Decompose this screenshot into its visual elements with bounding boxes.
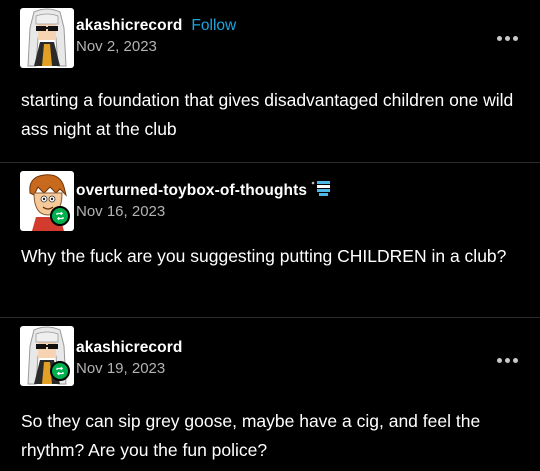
post-body: So they can sip grey goose, maybe have a… bbox=[21, 411, 481, 460]
post-2: overturned-toybox-of-thoughts Nov 16, 20… bbox=[0, 162, 540, 318]
username[interactable]: akashicrecord bbox=[76, 17, 182, 35]
reblog-icon bbox=[50, 361, 70, 381]
post-body: starting a foundation that gives disadva… bbox=[21, 90, 514, 139]
post-header: akashicrecord Nov 19, 2023 bbox=[76, 338, 182, 377]
flag-icon bbox=[310, 180, 332, 203]
username[interactable]: overturned-toybox-of-thoughts bbox=[76, 180, 332, 203]
more-options-icon[interactable] bbox=[497, 358, 518, 363]
follow-button[interactable]: Follow bbox=[191, 17, 236, 35]
username-text[interactable]: overturned-toybox-of-thoughts bbox=[76, 182, 307, 199]
reblog-icon bbox=[50, 206, 70, 226]
post-date[interactable]: Nov 2, 2023 bbox=[76, 38, 236, 55]
avatar[interactable] bbox=[20, 8, 74, 68]
post-date[interactable]: Nov 16, 2023 bbox=[76, 203, 332, 220]
more-options-icon[interactable] bbox=[497, 36, 518, 41]
post-1: akashicrecord Follow Nov 2, 2023 startin… bbox=[0, 0, 540, 162]
post-date[interactable]: Nov 19, 2023 bbox=[76, 360, 182, 377]
post-header: overturned-toybox-of-thoughts Nov 16, 20… bbox=[76, 180, 332, 220]
username[interactable]: akashicrecord bbox=[76, 339, 182, 357]
post-body: Why the fuck are you suggesting putting … bbox=[21, 246, 507, 266]
post-header: akashicrecord Follow Nov 2, 2023 bbox=[76, 16, 236, 55]
post-3: akashicrecord Nov 19, 2023 So they can s… bbox=[0, 317, 540, 471]
